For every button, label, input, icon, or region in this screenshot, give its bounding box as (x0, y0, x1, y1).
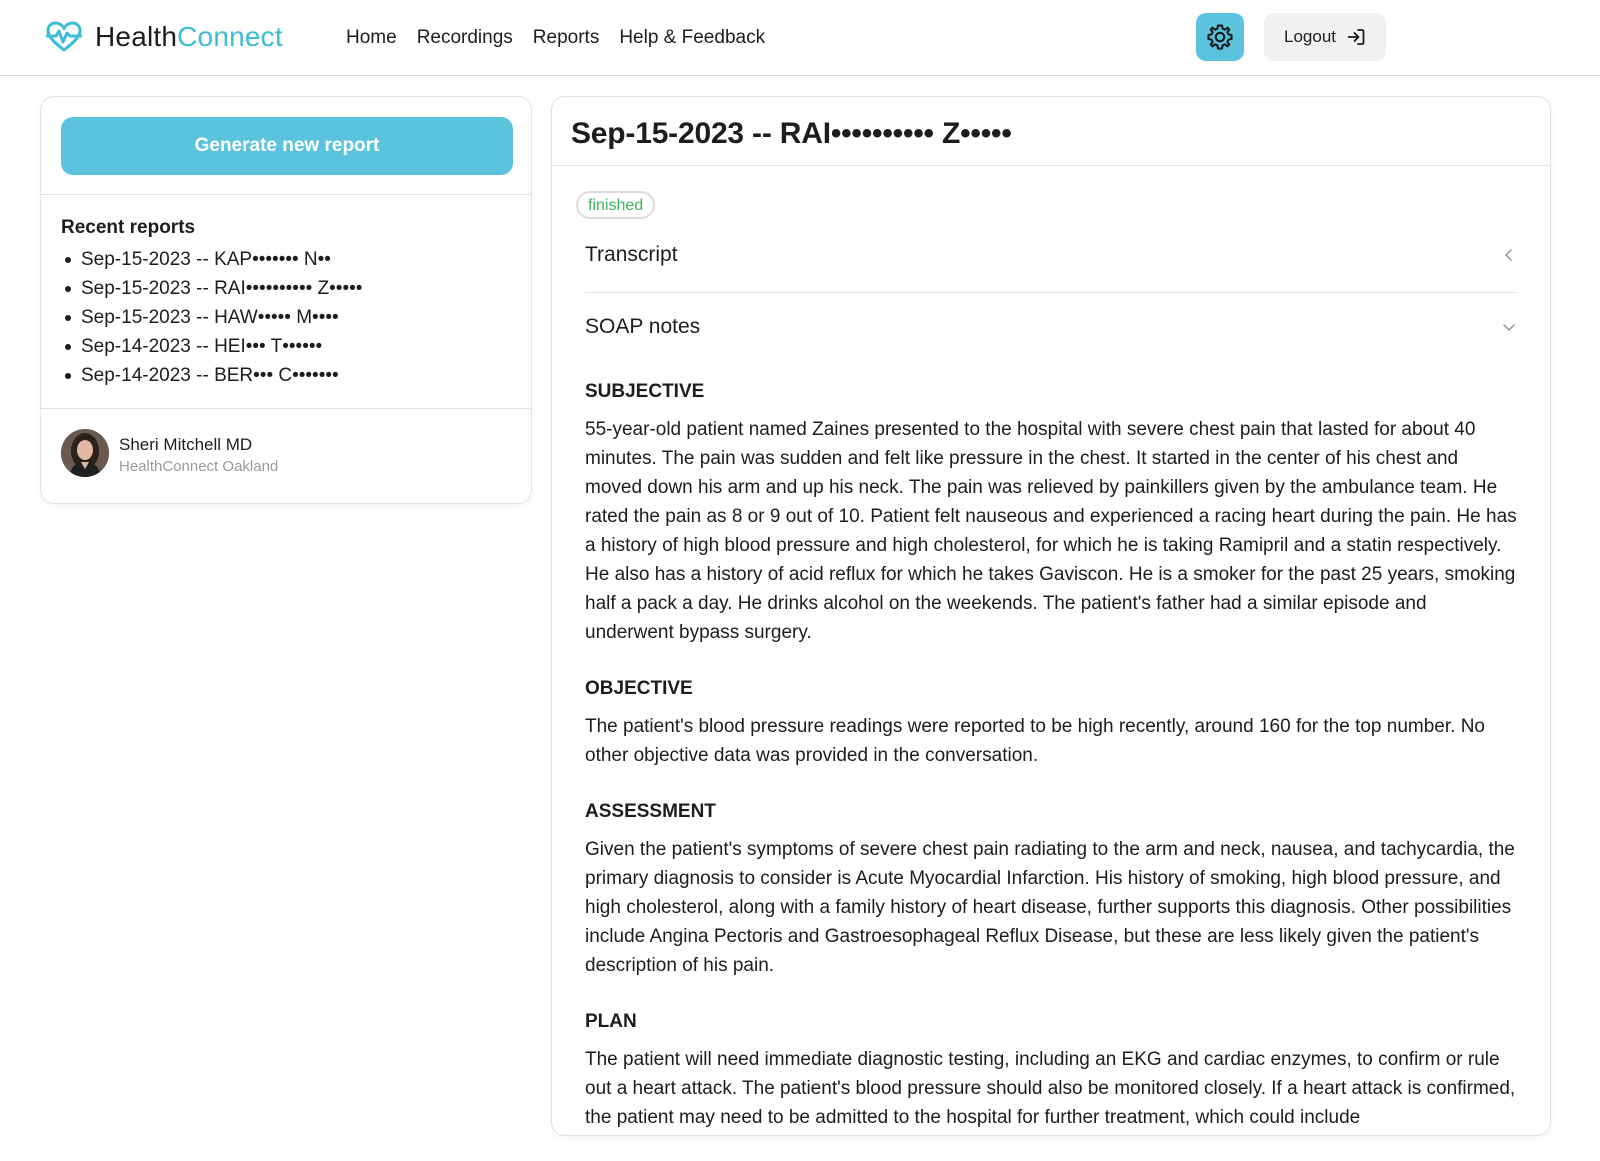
recent-reports-title: Recent reports (61, 217, 196, 238)
soap-notes-accordion[interactable]: SOAP notes (585, 313, 1517, 361)
status-badge: finished (576, 191, 656, 219)
bullet (65, 314, 71, 321)
chevron-left-icon (1505, 249, 1512, 261)
recent-report-label: Sep-14-2023 -- BER••• C••••••• (81, 365, 339, 386)
report-card: Sep-15-2023 -- RAI•••••••••• Z••••• fini… (551, 96, 1551, 1136)
recent-report-item[interactable]: Sep-14-2023 -- HEI••• T•••••• (61, 332, 362, 361)
recent-report-label: Sep-15-2023 -- KAP••••••• N•• (81, 249, 331, 270)
recent-report-item[interactable]: Sep-15-2023 -- KAP••••••• N•• (61, 245, 362, 274)
settings-button[interactable] (1196, 13, 1244, 61)
logout-label: Logout (1284, 27, 1336, 46)
chevron-down-icon (1503, 324, 1515, 331)
heartbeat-icon (46, 21, 82, 52)
top-navbar: HealthConnect Home Recordings Reports He… (0, 0, 1600, 76)
soap-notes-content: SUBJECTIVE 55-year-old patient named Zai… (585, 379, 1520, 1161)
recent-report-item[interactable]: Sep-15-2023 -- HAW••••• M•••• (61, 303, 362, 332)
logout-button[interactable]: Logout (1264, 13, 1386, 61)
brand-name-part2: Connect (177, 21, 283, 52)
generate-report-button[interactable]: Generate new report (61, 117, 513, 175)
recent-report-item[interactable]: Sep-14-2023 -- BER••• C••••••• (61, 361, 362, 390)
nav-recordings[interactable]: Recordings (417, 26, 513, 50)
main-nav: Home Recordings Reports Help & Feedback (346, 26, 765, 50)
bullet (65, 372, 71, 379)
user-name: Sheri Mitchell MD (119, 435, 253, 454)
user-photo-icon (61, 429, 109, 477)
brand-logo[interactable]: HealthConnect (45, 19, 283, 55)
transcript-label: Transcript (585, 243, 678, 266)
brand-name: HealthConnect (95, 19, 283, 55)
soap-text-subjective: 55-year-old patient named Zaines present… (585, 419, 1517, 643)
soap-heading-subjective: SUBJECTIVE (585, 381, 705, 402)
soap-text-objective: The patient's blood pressure readings we… (585, 716, 1485, 766)
divider (552, 165, 1550, 166)
sidebar-card: Generate new report Recent reports Sep-1… (40, 96, 532, 504)
bullet (65, 343, 71, 350)
bullet (65, 285, 71, 292)
soap-heading-assessment: ASSESSMENT (585, 801, 716, 822)
soap-text-assessment: Given the patient's symptoms of severe c… (585, 839, 1515, 976)
avatar (61, 429, 109, 477)
recent-report-item[interactable]: Sep-15-2023 -- RAI•••••••••• Z••••• (61, 274, 362, 303)
divider (585, 292, 1517, 293)
nav-home[interactable]: Home (346, 26, 397, 50)
soap-notes-label: SOAP notes (585, 315, 701, 338)
recent-report-label: Sep-15-2023 -- HAW••••• M•••• (81, 307, 339, 328)
divider (41, 408, 531, 409)
page-title: Sep-15-2023 -- RAI•••••••••• Z••••• (571, 117, 1012, 150)
recent-report-label: Sep-14-2023 -- HEI••• T•••••• (81, 336, 323, 357)
sign-in-icon (1347, 29, 1365, 45)
nav-reports[interactable]: Reports (533, 26, 600, 50)
divider (41, 194, 531, 195)
transcript-accordion[interactable]: Transcript (585, 241, 1517, 289)
bullet (65, 256, 71, 263)
brand-name-part1: Health (95, 21, 178, 52)
soap-heading-objective: OBJECTIVE (585, 678, 693, 699)
recent-report-label: Sep-15-2023 -- RAI•••••••••• Z••••• (81, 278, 363, 299)
recent-reports-list: Sep-15-2023 -- KAP••••••• N•• Sep-15-202… (61, 245, 362, 390)
user-organization: HealthConnect Oakland (119, 458, 279, 475)
gear-icon (1207, 24, 1233, 50)
soap-heading-plan: PLAN (585, 1011, 637, 1032)
nav-help-feedback[interactable]: Help & Feedback (619, 26, 765, 50)
soap-text-plan: The patient will need immediate diagnost… (585, 1049, 1516, 1128)
